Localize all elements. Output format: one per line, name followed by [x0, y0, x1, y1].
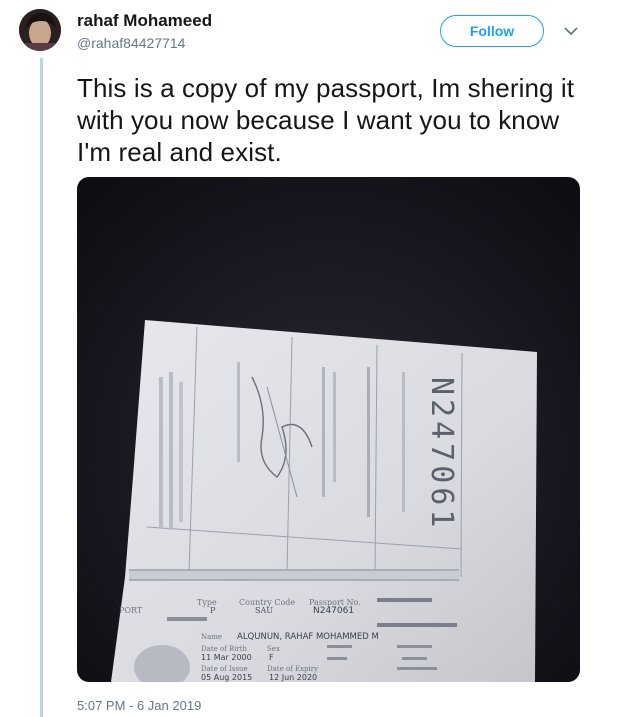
passport-number-vertical: N247061: [424, 377, 459, 531]
country-code-value: SAU: [255, 606, 273, 615]
name-value: ALQUNUN, RAHAF MOHAMMED M: [237, 632, 379, 642]
expiry-label: Date of Expiry: [267, 665, 318, 673]
sex-label: Sex: [267, 645, 280, 653]
passport-word-left: PORT: [119, 606, 143, 615]
avatar-image: [19, 9, 61, 51]
follow-button[interactable]: Follow: [440, 15, 544, 47]
avatar[interactable]: [19, 9, 61, 51]
author-name[interactable]: rahaf Mohameed: [77, 11, 212, 31]
name-label: Name: [201, 633, 222, 641]
passport-photo: N247061 Type P Country Code SAU Passport…: [77, 177, 580, 682]
passport-no-value: N247061: [313, 606, 354, 616]
issue-value: 05 Aug 2015: [201, 673, 252, 682]
tweet-text: This is a copy of my passport, Im sherin…: [77, 73, 575, 167]
chevron-down-icon[interactable]: [562, 24, 580, 38]
tweet-timestamp[interactable]: 5:07 PM - 6 Jan 2019: [77, 698, 201, 713]
thread-line: [40, 58, 43, 717]
tweet-media[interactable]: N247061 Type P Country Code SAU Passport…: [77, 177, 580, 682]
dob-label: Date of Birth: [201, 645, 248, 653]
type-value: P: [210, 606, 216, 615]
sex-value: F: [269, 653, 274, 662]
dob-value: 11 Mar 2000: [201, 653, 252, 662]
issue-label: Date of Issue: [201, 665, 248, 673]
expiry-value: 12 Jun 2020: [269, 673, 317, 682]
author-handle[interactable]: @rahaf84427714: [77, 35, 185, 51]
